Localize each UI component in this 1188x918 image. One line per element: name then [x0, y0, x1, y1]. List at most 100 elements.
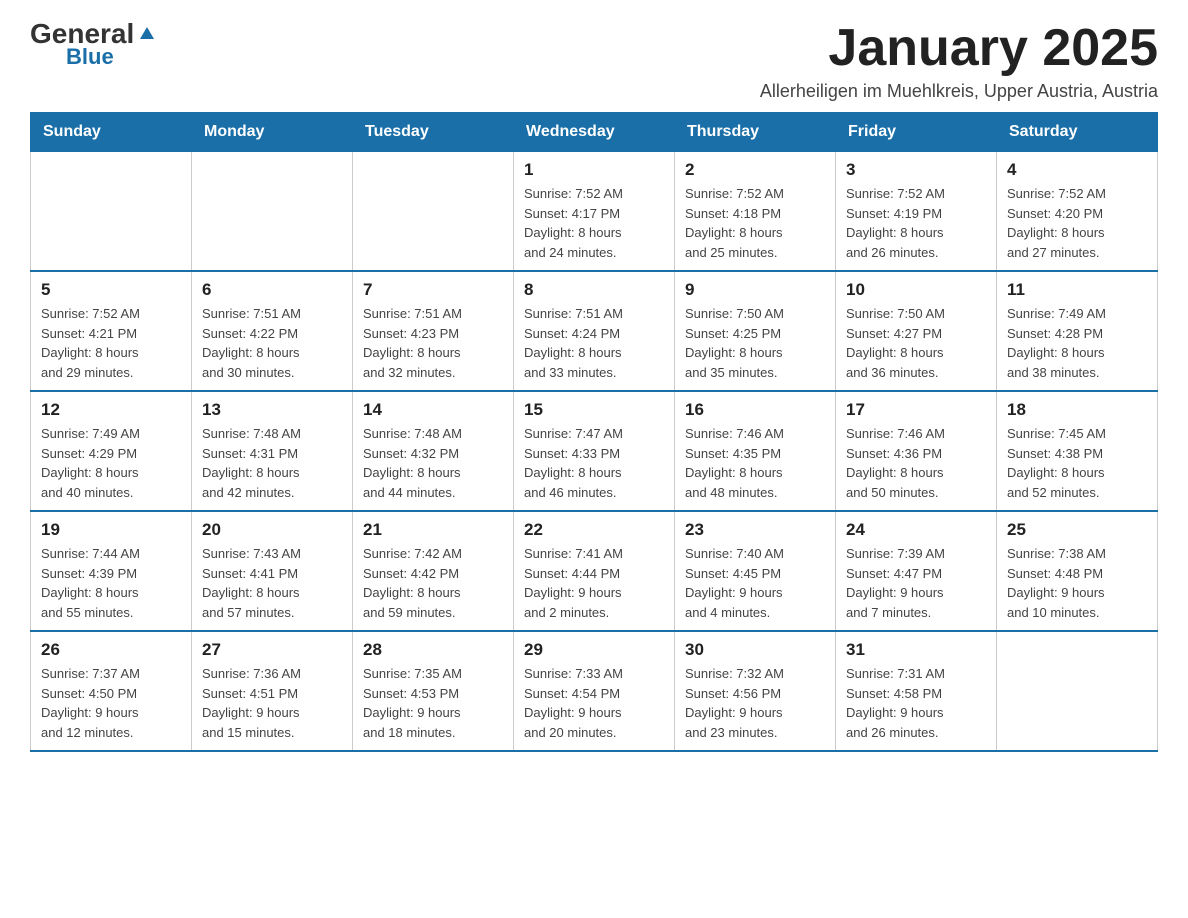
day-number: 17 — [846, 400, 986, 420]
day-number: 30 — [685, 640, 825, 660]
day-of-week-header: Monday — [192, 113, 353, 152]
calendar-header-row: SundayMondayTuesdayWednesdayThursdayFrid… — [31, 113, 1158, 152]
day-info: Sunrise: 7:51 AM Sunset: 4:24 PM Dayligh… — [524, 304, 664, 382]
day-number: 26 — [41, 640, 181, 660]
day-of-week-header: Tuesday — [353, 113, 514, 152]
day-info: Sunrise: 7:52 AM Sunset: 4:21 PM Dayligh… — [41, 304, 181, 382]
day-number: 7 — [363, 280, 503, 300]
day-info: Sunrise: 7:49 AM Sunset: 4:29 PM Dayligh… — [41, 424, 181, 502]
calendar-week-row: 1 Sunrise: 7:52 AM Sunset: 4:17 PM Daylig… — [31, 152, 1158, 272]
day-info: Sunrise: 7:45 AM Sunset: 4:38 PM Dayligh… — [1007, 424, 1147, 502]
day-number: 1 — [524, 160, 664, 180]
day-number: 22 — [524, 520, 664, 540]
day-info: Sunrise: 7:40 AM Sunset: 4:45 PM Dayligh… — [685, 544, 825, 622]
calendar-cell: 16Sunrise: 7:46 AM Sunset: 4:35 PM Dayli… — [675, 391, 836, 511]
calendar-cell — [997, 631, 1158, 751]
day-number: 21 — [363, 520, 503, 540]
day-number: 2 — [685, 160, 825, 180]
calendar-cell: 24Sunrise: 7:39 AM Sunset: 4:47 PM Dayli… — [836, 511, 997, 631]
calendar-cell: 14 Sunrise: 7:48 AM Sunset: 4:32 PM Dayli… — [353, 391, 514, 511]
calendar-cell: 11 Sunrise: 7:49 AM Sunset: 4:28 PM Dayli… — [997, 271, 1158, 391]
calendar-cell: 18 Sunrise: 7:45 AM Sunset: 4:38 PM Dayli… — [997, 391, 1158, 511]
day-info: Sunrise: 7:52 AM Sunset: 4:20 PM Dayligh… — [1007, 184, 1147, 262]
logo: General Blue — [30, 20, 158, 70]
calendar-cell: 31 Sunrise: 7:31 AM Sunset: 4:58 PM Dayli… — [836, 631, 997, 751]
logo-triangle-icon — [136, 21, 158, 43]
day-info: Sunrise: 7:33 AM Sunset: 4:54 PM Dayligh… — [524, 664, 664, 742]
calendar-cell: 25 Sunrise: 7:38 AM Sunset: 4:48 PM Dayli… — [997, 511, 1158, 631]
day-info: Sunrise: 7:36 AM Sunset: 4:51 PM Dayligh… — [202, 664, 342, 742]
day-of-week-header: Friday — [836, 113, 997, 152]
day-number: 10 — [846, 280, 986, 300]
day-number: 3 — [846, 160, 986, 180]
calendar-cell: 26Sunrise: 7:37 AM Sunset: 4:50 PM Dayli… — [31, 631, 192, 751]
calendar-cell: 15Sunrise: 7:47 AM Sunset: 4:33 PM Dayli… — [514, 391, 675, 511]
day-number: 4 — [1007, 160, 1147, 180]
day-number: 28 — [363, 640, 503, 660]
day-number: 6 — [202, 280, 342, 300]
day-of-week-header: Thursday — [675, 113, 836, 152]
calendar-week-row: 19 Sunrise: 7:44 AM Sunset: 4:39 PM Dayli… — [31, 511, 1158, 631]
calendar-cell: 3Sunrise: 7:52 AM Sunset: 4:19 PM Daylig… — [836, 152, 997, 272]
calendar-week-row: 5 Sunrise: 7:52 AM Sunset: 4:21 PM Daylig… — [31, 271, 1158, 391]
day-info: Sunrise: 7:48 AM Sunset: 4:31 PM Dayligh… — [202, 424, 342, 502]
calendar-cell — [192, 152, 353, 272]
day-info: Sunrise: 7:47 AM Sunset: 4:33 PM Dayligh… — [524, 424, 664, 502]
calendar-cell: 28 Sunrise: 7:35 AM Sunset: 4:53 PM Dayli… — [353, 631, 514, 751]
day-info: Sunrise: 7:46 AM Sunset: 4:36 PM Dayligh… — [846, 424, 986, 502]
day-of-week-header: Sunday — [31, 113, 192, 152]
day-info: Sunrise: 7:35 AM Sunset: 4:53 PM Dayligh… — [363, 664, 503, 742]
day-info: Sunrise: 7:32 AM Sunset: 4:56 PM Dayligh… — [685, 664, 825, 742]
logo-blue-text: Blue — [66, 44, 114, 70]
calendar-cell: 23Sunrise: 7:40 AM Sunset: 4:45 PM Dayli… — [675, 511, 836, 631]
calendar-cell: 27Sunrise: 7:36 AM Sunset: 4:51 PM Dayli… — [192, 631, 353, 751]
calendar-cell: 1 Sunrise: 7:52 AM Sunset: 4:17 PM Daylig… — [514, 152, 675, 272]
day-number: 14 — [363, 400, 503, 420]
calendar-cell: 2 Sunrise: 7:52 AM Sunset: 4:18 PM Daylig… — [675, 152, 836, 272]
location-subtitle: Allerheiligen im Muehlkreis, Upper Austr… — [760, 81, 1158, 102]
day-number: 5 — [41, 280, 181, 300]
day-number: 8 — [524, 280, 664, 300]
calendar-cell: 9 Sunrise: 7:50 AM Sunset: 4:25 PM Daylig… — [675, 271, 836, 391]
calendar-cell: 22 Sunrise: 7:41 AM Sunset: 4:44 PM Dayli… — [514, 511, 675, 631]
calendar-cell: 17 Sunrise: 7:46 AM Sunset: 4:36 PM Dayli… — [836, 391, 997, 511]
calendar-cell: 13Sunrise: 7:48 AM Sunset: 4:31 PM Dayli… — [192, 391, 353, 511]
calendar-cell: 4 Sunrise: 7:52 AM Sunset: 4:20 PM Daylig… — [997, 152, 1158, 272]
day-info: Sunrise: 7:52 AM Sunset: 4:17 PM Dayligh… — [524, 184, 664, 262]
day-info: Sunrise: 7:49 AM Sunset: 4:28 PM Dayligh… — [1007, 304, 1147, 382]
day-info: Sunrise: 7:52 AM Sunset: 4:18 PM Dayligh… — [685, 184, 825, 262]
day-of-week-header: Wednesday — [514, 113, 675, 152]
day-number: 9 — [685, 280, 825, 300]
calendar-week-row: 26Sunrise: 7:37 AM Sunset: 4:50 PM Dayli… — [31, 631, 1158, 751]
calendar-cell: 7 Sunrise: 7:51 AM Sunset: 4:23 PM Daylig… — [353, 271, 514, 391]
day-number: 16 — [685, 400, 825, 420]
calendar-cell: 30 Sunrise: 7:32 AM Sunset: 4:56 PM Dayli… — [675, 631, 836, 751]
day-number: 31 — [846, 640, 986, 660]
calendar-cell — [31, 152, 192, 272]
calendar-cell: 20Sunrise: 7:43 AM Sunset: 4:41 PM Dayli… — [192, 511, 353, 631]
calendar-cell: 5 Sunrise: 7:52 AM Sunset: 4:21 PM Daylig… — [31, 271, 192, 391]
day-info: Sunrise: 7:44 AM Sunset: 4:39 PM Dayligh… — [41, 544, 181, 622]
day-info: Sunrise: 7:50 AM Sunset: 4:25 PM Dayligh… — [685, 304, 825, 382]
day-info: Sunrise: 7:51 AM Sunset: 4:22 PM Dayligh… — [202, 304, 342, 382]
day-number: 12 — [41, 400, 181, 420]
day-number: 25 — [1007, 520, 1147, 540]
day-info: Sunrise: 7:51 AM Sunset: 4:23 PM Dayligh… — [363, 304, 503, 382]
day-info: Sunrise: 7:48 AM Sunset: 4:32 PM Dayligh… — [363, 424, 503, 502]
day-info: Sunrise: 7:42 AM Sunset: 4:42 PM Dayligh… — [363, 544, 503, 622]
day-info: Sunrise: 7:50 AM Sunset: 4:27 PM Dayligh… — [846, 304, 986, 382]
calendar-cell: 8 Sunrise: 7:51 AM Sunset: 4:24 PM Daylig… — [514, 271, 675, 391]
month-title: January 2025 — [760, 20, 1158, 77]
day-number: 24 — [846, 520, 986, 540]
day-info: Sunrise: 7:43 AM Sunset: 4:41 PM Dayligh… — [202, 544, 342, 622]
day-number: 29 — [524, 640, 664, 660]
calendar-cell: 6 Sunrise: 7:51 AM Sunset: 4:22 PM Daylig… — [192, 271, 353, 391]
day-number: 11 — [1007, 280, 1147, 300]
day-number: 19 — [41, 520, 181, 540]
day-info: Sunrise: 7:38 AM Sunset: 4:48 PM Dayligh… — [1007, 544, 1147, 622]
day-info: Sunrise: 7:31 AM Sunset: 4:58 PM Dayligh… — [846, 664, 986, 742]
calendar-week-row: 12 Sunrise: 7:49 AM Sunset: 4:29 PM Dayli… — [31, 391, 1158, 511]
day-info: Sunrise: 7:41 AM Sunset: 4:44 PM Dayligh… — [524, 544, 664, 622]
title-section: January 2025 Allerheiligen im Muehlkreis… — [760, 20, 1158, 102]
day-number: 18 — [1007, 400, 1147, 420]
